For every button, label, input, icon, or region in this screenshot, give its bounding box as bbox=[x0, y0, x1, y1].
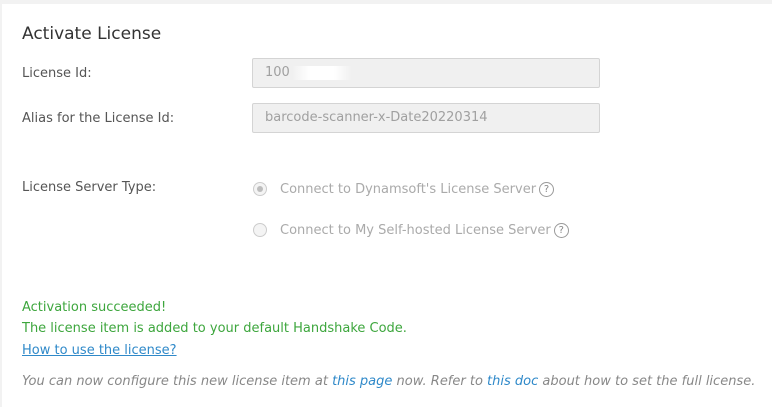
alias-field[interactable]: barcode-scanner-x-Date20220314 bbox=[252, 103, 600, 133]
radio-label-self-hosted-server: Connect to My Self-hosted License Server bbox=[280, 222, 551, 238]
section-title: Activate License bbox=[22, 24, 162, 44]
activation-detail: The license item is added to your defaul… bbox=[22, 321, 407, 336]
alias-label: Alias for the License Id: bbox=[22, 111, 175, 126]
radio-dynamsoft-server[interactable] bbox=[253, 182, 267, 196]
activation-status: Activation succeeded! bbox=[22, 300, 167, 315]
license-id-value: 100 bbox=[265, 65, 290, 80]
help-icon[interactable]: ? bbox=[539, 181, 555, 197]
activate-license-panel: Activate License License Id: 100 Alias f… bbox=[2, 4, 772, 407]
radio-label-dynamsoft-server: Connect to Dynamsoft's License Server bbox=[280, 181, 537, 197]
radio-self-hosted-server[interactable] bbox=[253, 223, 267, 237]
license-id-field[interactable]: 100 bbox=[252, 58, 600, 88]
server-type-label: License Server Type: bbox=[22, 180, 157, 195]
note-text-2: now. Refer to bbox=[392, 374, 488, 389]
help-icon[interactable]: ? bbox=[553, 222, 569, 238]
note-text-3: about how to set the full license. bbox=[538, 374, 756, 389]
this-doc-link[interactable]: this doc bbox=[487, 374, 538, 389]
server-option-self-hosted[interactable]: Connect to My Self-hosted License Server… bbox=[253, 220, 569, 240]
configure-note: You can now configure this new license i… bbox=[22, 374, 755, 389]
redacted-mask bbox=[291, 65, 352, 80]
alias-value: barcode-scanner-x-Date20220314 bbox=[265, 110, 488, 125]
note-text-1: You can now configure this new license i… bbox=[22, 374, 333, 389]
this-page-link[interactable]: this page bbox=[332, 374, 392, 389]
license-id-label: License Id: bbox=[22, 66, 92, 81]
server-option-dynamsoft[interactable]: Connect to Dynamsoft's License Server ? bbox=[253, 179, 555, 199]
how-to-use-license-link[interactable]: How to use the license? bbox=[22, 343, 177, 358]
